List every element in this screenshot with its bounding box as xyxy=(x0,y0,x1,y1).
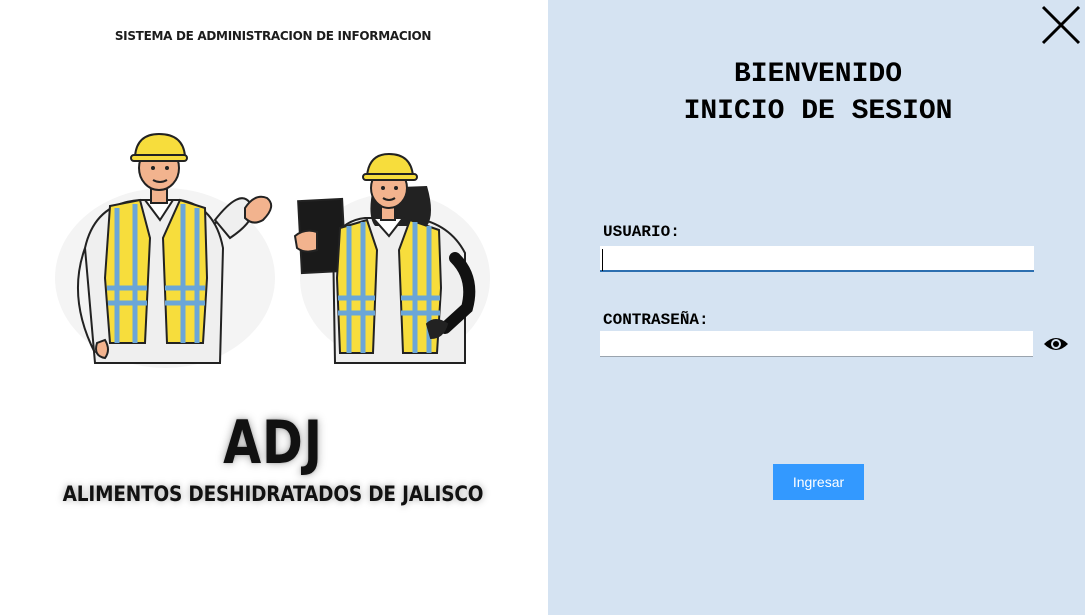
show-password-button[interactable] xyxy=(1042,334,1070,354)
login-panel: BIENVENIDO INICIO DE SESION USUARIO: CON… xyxy=(548,0,1085,615)
workers-illustration xyxy=(55,132,490,368)
brand-full-name: ALIMENTOS DESHIDRATADOS DE JALISCO xyxy=(62,482,484,506)
eye-icon xyxy=(1044,338,1068,350)
login-heading: INICIO DE SESION xyxy=(683,96,953,127)
system-title: SISTEMA DE ADMINISTRACION DE INFORMACION xyxy=(114,29,432,43)
login-button[interactable]: Ingresar xyxy=(773,464,864,500)
close-icon xyxy=(1041,5,1081,45)
welcome-heading: BIENVENIDO INICIO DE SESION xyxy=(498,56,1085,130)
username-field[interactable] xyxy=(600,246,1034,272)
password-field[interactable] xyxy=(600,331,1033,357)
brand-panel: SISTEMA DE ADMINISTRACION DE INFORMACION xyxy=(0,0,548,615)
female-worker xyxy=(293,152,476,364)
text-caret xyxy=(602,249,603,271)
brand-logo-text: ADJ xyxy=(223,408,323,478)
welcome-line: BIENVENIDO xyxy=(733,59,903,90)
password-label: CONTRASEÑA: xyxy=(603,311,709,329)
username-label: USUARIO: xyxy=(603,223,680,241)
close-button[interactable] xyxy=(1040,4,1082,46)
